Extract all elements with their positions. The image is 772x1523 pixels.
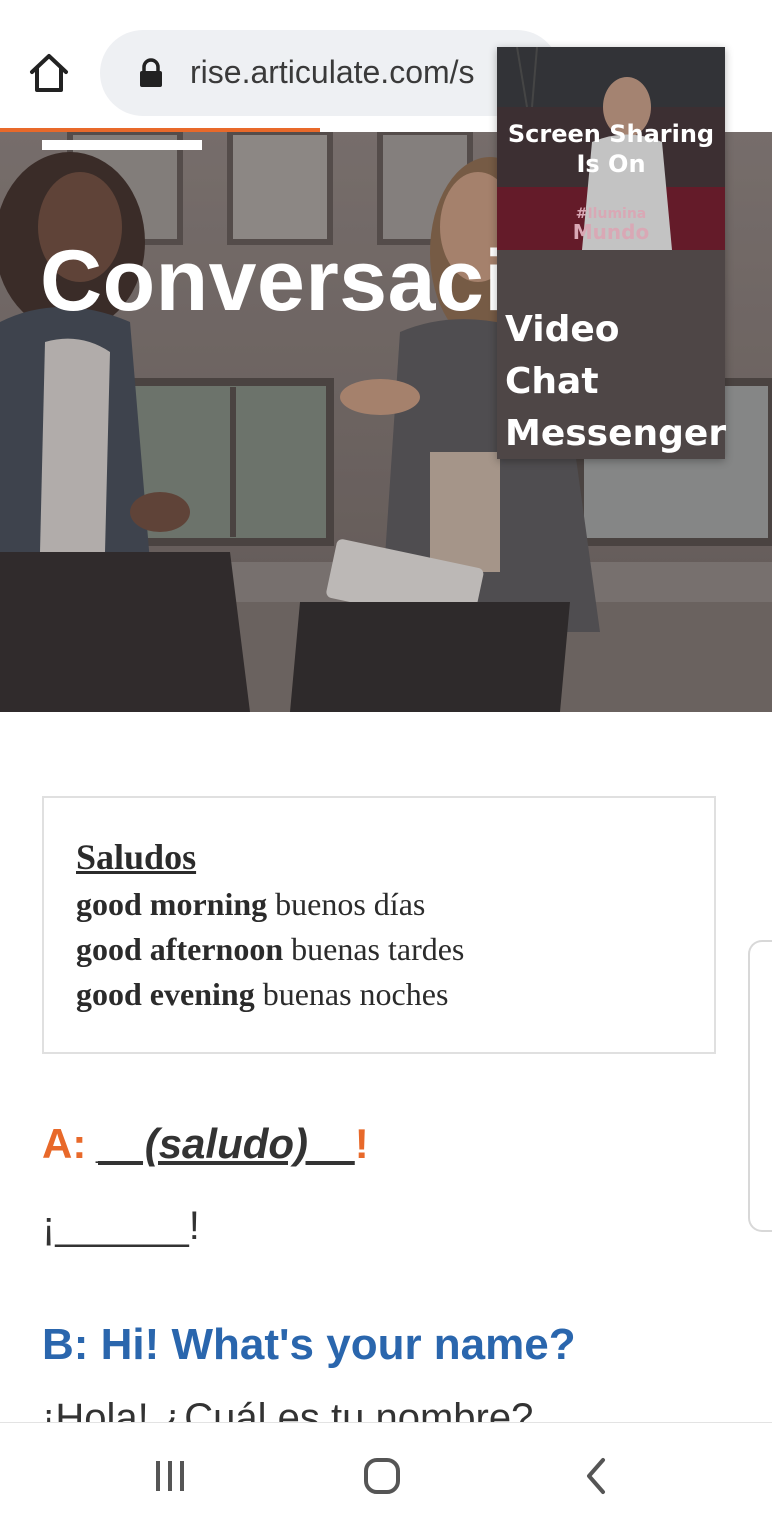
floating-call-overlay[interactable]: Screen Sharing Is On #Ilumina Mundo Vide… xyxy=(497,47,727,459)
system-navigation-bar xyxy=(0,1422,772,1523)
url-text: rise.articulate.com/s xyxy=(190,54,475,90)
recent-apps-icon[interactable] xyxy=(140,1453,200,1499)
lesson-content: Saludos good morning buenos días good af… xyxy=(0,712,772,1422)
vocab-row: good evening buenas noches xyxy=(76,976,449,1012)
vocab-heading: Saludos xyxy=(76,837,197,877)
page-title: Conversació xyxy=(40,233,562,329)
edge-panel-handle[interactable] xyxy=(748,940,772,1232)
dialogue-response-a: ¡______! xyxy=(42,1204,200,1248)
dialogue-line-a: A: __(saludo)__! xyxy=(42,1120,369,1167)
screen-share-preview[interactable]: Screen Sharing Is On #Ilumina Mundo xyxy=(497,47,725,250)
home-icon[interactable] xyxy=(26,50,72,96)
lock-icon xyxy=(138,58,164,88)
home-circle-icon[interactable] xyxy=(352,1453,412,1499)
video-chat-label: Video Chat Messenger xyxy=(505,309,727,454)
screen-sharing-status: Screen Sharing Is On xyxy=(507,120,715,178)
vocab-row: good morning buenos días xyxy=(76,886,426,922)
dialogue-response-b: ¡Hola! ¿Cuál es tu nombre? xyxy=(42,1396,534,1422)
vocab-row: good afternoon buenas tardes xyxy=(76,931,465,967)
ilumina-mundo-logo: #Ilumina Mundo xyxy=(572,206,650,244)
vocabulary-note-box: Saludos good morning buenos días good af… xyxy=(42,796,716,1054)
address-bar[interactable]: rise.articulate.com/s xyxy=(100,30,560,116)
title-accent-bar xyxy=(42,140,202,150)
video-chat-messenger-panel[interactable]: Video Chat Messenger xyxy=(497,250,727,459)
dialogue-line-b: B: Hi! What's your name? xyxy=(42,1320,576,1369)
back-icon[interactable] xyxy=(566,1453,626,1499)
fill-blank-saludo: __(saludo)__ xyxy=(98,1120,355,1167)
